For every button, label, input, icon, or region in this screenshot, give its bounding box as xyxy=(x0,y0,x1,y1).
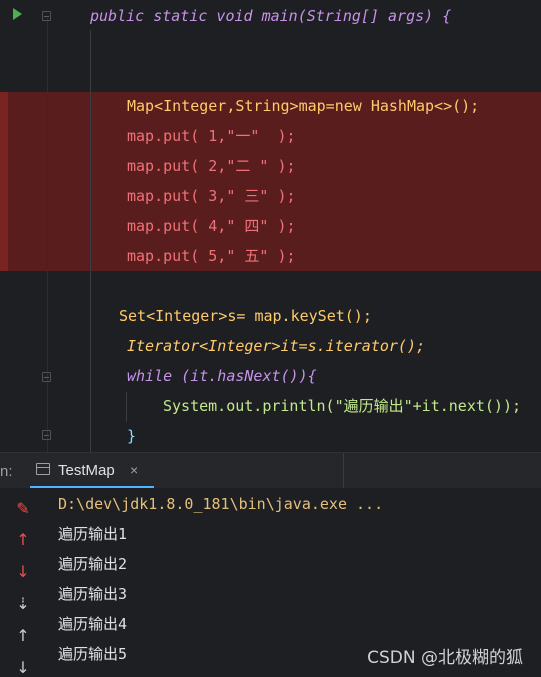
header-divider xyxy=(343,453,344,489)
fold-icon[interactable] xyxy=(42,430,51,440)
code-line-println[interactable]: System.out.println("遍历输出"+it.next()); xyxy=(163,396,521,416)
edit-configuration-icon[interactable]: ✎ xyxy=(14,500,32,518)
console-icon xyxy=(36,463,50,475)
gutter-separator xyxy=(47,18,48,452)
console-output-line: 遍历输出4 xyxy=(58,615,128,633)
code-text: System.out.println("遍历输出"+it.next()); xyxy=(163,397,522,415)
code-text: map.put( 1,"一" ); xyxy=(127,127,296,145)
scroll-up-icon[interactable]: ↑ xyxy=(14,627,32,645)
fold-icon[interactable] xyxy=(42,372,51,382)
fold-icon[interactable] xyxy=(42,11,51,21)
code-text: } xyxy=(127,427,137,445)
code-line-map-decl[interactable]: Map<Integer,String>map=new HashMap<>(); xyxy=(127,96,479,116)
console-output-line: 遍历输出3 xyxy=(58,585,128,603)
code-text: Iterator<Integer>it=s.iterator(); xyxy=(127,337,426,355)
tab-testmap[interactable]: TestMap × xyxy=(30,453,154,489)
breakpoint-gutter-mark[interactable] xyxy=(0,92,8,271)
console-output-line: 遍历输出1 xyxy=(58,525,128,543)
console-output-line: 遍历输出5 xyxy=(58,645,128,663)
code-line-main[interactable]: public static void main(String[] args) { xyxy=(90,6,451,26)
code-text: map.put( 4," 四" ); xyxy=(127,217,296,235)
console-command-line: D:\dev\jdk1.8.0_181\bin\java.exe ... xyxy=(58,495,384,513)
code-line-close-brace[interactable]: } xyxy=(127,426,136,446)
code-text: Map<Integer,String>map=new HashMap<>(); xyxy=(127,97,480,115)
code-text: while (it.hasNext()){ xyxy=(127,367,317,385)
code-text: map.put( 5," 五" ); xyxy=(127,247,296,265)
code-line-iterator[interactable]: Iterator<Integer>it=s.iterator(); xyxy=(127,336,425,356)
sort-icon[interactable]: ⇣ xyxy=(14,595,32,613)
code-line-put-2[interactable]: map.put( 2,"二 " ); xyxy=(127,156,296,176)
indent-guide xyxy=(126,392,127,422)
code-line-put-4[interactable]: map.put( 4," 四" ); xyxy=(127,216,296,236)
code-text: public static void main(String[] args) { xyxy=(90,7,452,25)
down-arrow-icon[interactable]: ↓ xyxy=(14,563,32,581)
close-icon[interactable]: × xyxy=(130,462,138,478)
indent-guide xyxy=(90,30,91,452)
code-text: Set<Integer>s= map.keySet(); xyxy=(119,307,372,325)
code-line-put-5[interactable]: map.put( 5," 五" ); xyxy=(127,246,296,266)
tab-label: TestMap xyxy=(58,462,115,479)
code-text: map.put( 3," 三" ); xyxy=(127,187,296,205)
run-tool-window-header: n: TestMap × xyxy=(0,452,541,489)
code-text: map.put( 2,"二 " ); xyxy=(127,157,296,175)
code-line-put-1[interactable]: map.put( 1,"一" ); xyxy=(127,126,296,146)
console-panel[interactable]: ✎ ↑ ↓ ⇣ ↑ ↓ D:\dev\jdk1.8.0_181\bin\java… xyxy=(0,488,541,677)
run-label: n: xyxy=(0,463,13,480)
run-gutter-icon[interactable] xyxy=(13,8,22,20)
code-line-keyset[interactable]: Set<Integer>s= map.keySet(); xyxy=(119,306,372,326)
scroll-down-icon[interactable]: ↓ xyxy=(14,659,32,677)
console-output-line: 遍历输出2 xyxy=(58,555,128,573)
up-arrow-icon[interactable]: ↑ xyxy=(14,531,32,549)
breakpoint-highlight xyxy=(0,92,541,271)
code-line-put-3[interactable]: map.put( 3," 三" ); xyxy=(127,186,296,206)
code-editor[interactable]: public static void main(String[] args) {… xyxy=(0,0,541,452)
watermark: CSDN @北极糊的狐 xyxy=(367,648,523,668)
code-line-while[interactable]: while (it.hasNext()){ xyxy=(127,366,317,386)
